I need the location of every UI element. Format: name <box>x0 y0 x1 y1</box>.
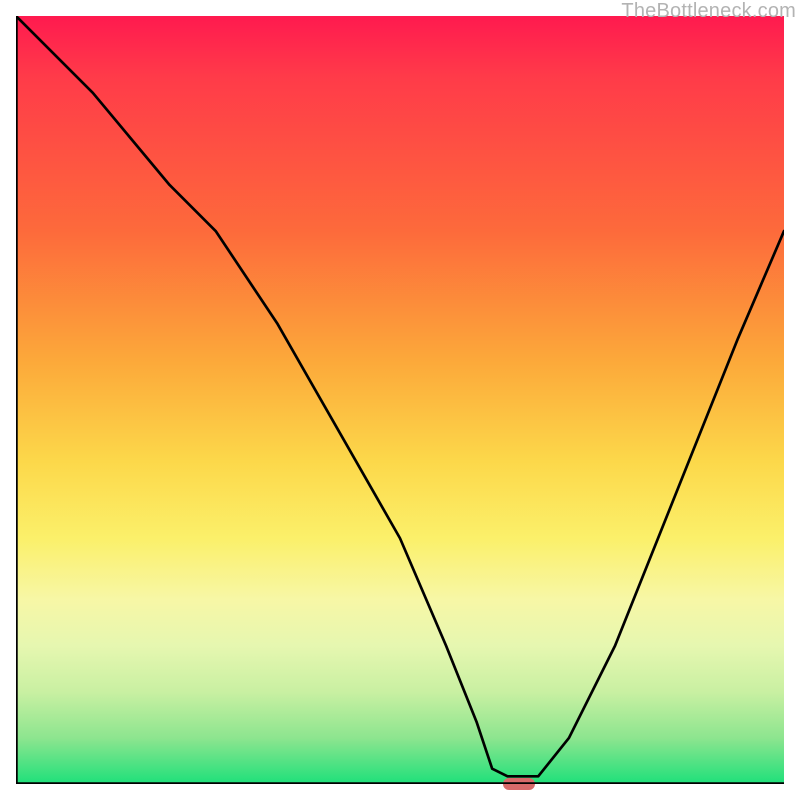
bottleneck-curve <box>16 16 784 776</box>
optimal-point-marker <box>503 778 535 790</box>
curve-layer <box>16 16 784 784</box>
plot-area <box>16 16 784 784</box>
watermark-text: TheBottleneck.com <box>621 0 796 23</box>
chart-frame: TheBottleneck.com <box>0 0 800 800</box>
